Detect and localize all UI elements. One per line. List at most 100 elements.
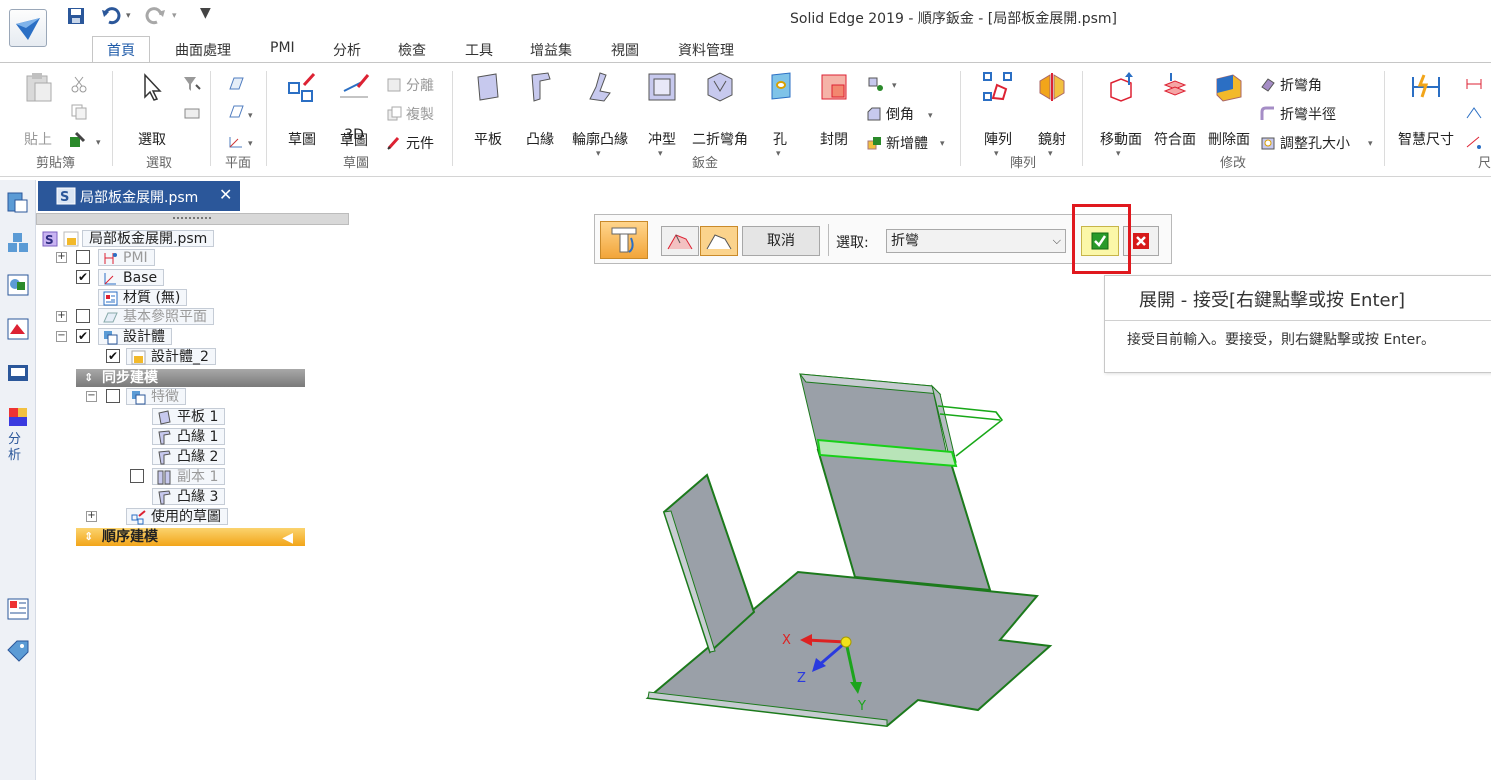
ref-planes-checkbox[interactable]: [76, 309, 90, 323]
format-painter-dropdown-icon[interactable]: ▾: [96, 138, 101, 148]
distance-dim-icon[interactable]: [1464, 75, 1484, 97]
save-icon[interactable]: [66, 6, 86, 26]
cancel-button[interactable]: 取消: [742, 226, 820, 256]
design-body-checkbox[interactable]: ✔: [76, 329, 90, 343]
sketch-3d-button[interactable]: 3D 草圖: [334, 71, 374, 148]
break-corner-dropdown-icon[interactable]: ▾: [892, 81, 897, 91]
feature-library-icon[interactable]: [5, 316, 31, 342]
coordinate-dropdown-icon[interactable]: ▾: [248, 139, 253, 149]
chamfer-dropdown-icon[interactable]: ▾: [928, 111, 933, 121]
new-body-icon: [867, 137, 881, 150]
close-icon[interactable]: ✕: [219, 185, 232, 204]
tab-data-management[interactable]: 資料管理: [678, 40, 734, 60]
format-painter-icon[interactable]: [68, 131, 90, 153]
split-button[interactable]: 分離: [386, 75, 434, 95]
smart-dimension-button[interactable]: 智慧尺寸: [1394, 71, 1458, 148]
cut-icon[interactable]: [70, 75, 88, 97]
copy-part-icon: [157, 470, 171, 485]
tab-inspect[interactable]: 檢查: [398, 40, 426, 60]
tab-view[interactable]: 視圖: [611, 40, 639, 60]
tree-item-design-body-2-box: 設計體_2: [126, 348, 216, 365]
pmi-checkbox[interactable]: [76, 250, 90, 264]
resize-hole-dropdown-icon[interactable]: ▾: [1368, 139, 1373, 149]
plane-dropdown-icon[interactable]: ▾: [248, 111, 253, 121]
analysis-icon[interactable]: [5, 404, 31, 430]
pattern-button[interactable]: 陣列: [978, 71, 1018, 148]
tab-inspect-analysis[interactable]: 分析: [333, 40, 361, 60]
move-face-button[interactable]: 移動面: [1096, 71, 1146, 148]
select-bend-button[interactable]: [661, 226, 699, 256]
angle-dim-icon[interactable]: [1464, 104, 1484, 126]
plane-icon[interactable]: [226, 75, 246, 97]
model-viewport[interactable]: X Z Y: [600, 360, 1080, 740]
pattern-dropdown-icon[interactable]: ▾: [994, 149, 999, 159]
family-of-parts-icon[interactable]: [5, 230, 31, 256]
break-corner-icon[interactable]: [866, 75, 886, 97]
undo-icon[interactable]: [101, 6, 121, 26]
select-filter-icon[interactable]: [182, 75, 202, 97]
delete-face-button[interactable]: 刪除面: [1204, 71, 1254, 148]
punch-dropdown-icon[interactable]: ▾: [658, 149, 663, 159]
left-tool-bar: 分析: [0, 180, 36, 780]
resize-hole-button[interactable]: 調整孔大小: [1260, 133, 1350, 153]
coincident-face-button[interactable]: 符合面: [1150, 71, 1200, 148]
mirror-dropdown-icon[interactable]: ▾: [1048, 149, 1053, 159]
bend-radius-button[interactable]: 折彎半徑: [1260, 104, 1336, 124]
copy-sketch-button[interactable]: 複製: [386, 104, 434, 124]
double-bend-button[interactable]: 二折彎角: [690, 71, 750, 148]
pathfinder-splitter-handle[interactable]: [36, 213, 349, 225]
unbend-step-button[interactable]: [600, 221, 648, 259]
chamfer-button[interactable]: 倒角: [866, 104, 914, 124]
sketch-button[interactable]: 草圖: [280, 71, 324, 148]
new-body-button[interactable]: 新增體: [866, 133, 928, 153]
document-tab[interactable]: S 局部板金展開.psm ✕: [38, 181, 240, 211]
pathfinder-icon[interactable]: [5, 190, 31, 216]
base-checkbox[interactable]: ✔: [76, 270, 90, 284]
design-body-2-checkbox[interactable]: ✔: [106, 349, 120, 363]
close-corner-button[interactable]: 封閉: [814, 71, 854, 148]
tab-home[interactable]: 首頁: [92, 36, 150, 64]
copy-1-checkbox[interactable]: [130, 469, 144, 483]
hole-button[interactable]: 孔: [764, 71, 796, 148]
mirror-button[interactable]: 鏡射: [1032, 71, 1072, 148]
paste-button[interactable]: 貼上: [18, 71, 58, 148]
expand-used-sketches-icon[interactable]: +: [86, 511, 97, 522]
tab-tools[interactable]: 工具: [465, 40, 493, 60]
analysis-tab-label[interactable]: 分析: [8, 432, 28, 464]
component-button[interactable]: 元件: [386, 133, 434, 153]
sync-modeling-bar[interactable]: ⇕ 同步建模: [76, 369, 305, 387]
ordered-modeling-bar[interactable]: ⇕ 順序建模 ◀: [76, 528, 305, 546]
expand-ref-planes-icon[interactable]: +: [56, 311, 67, 322]
contour-flange-button[interactable]: 輪廓凸緣: [568, 71, 632, 148]
select-box-icon[interactable]: [182, 105, 202, 125]
select-bend-all-button[interactable]: [700, 226, 738, 256]
tab-pmi[interactable]: PMI: [270, 40, 295, 56]
bend-angle-button[interactable]: 折彎角: [1260, 75, 1322, 95]
expand-pmi-icon[interactable]: +: [56, 252, 67, 263]
layers-icon[interactable]: [5, 272, 31, 298]
punch-button[interactable]: 冲型: [642, 71, 682, 148]
tab-addins[interactable]: 增益集: [530, 40, 572, 60]
features-checkbox[interactable]: [106, 389, 120, 403]
collapse-features-icon[interactable]: −: [86, 391, 97, 402]
select-button[interactable]: 選取: [132, 71, 172, 148]
flange-button[interactable]: 凸緣: [520, 71, 560, 148]
copy-icon[interactable]: [70, 103, 88, 125]
redo-dropdown-icon[interactable]: ▾: [172, 11, 192, 31]
coincident-plane-icon[interactable]: [226, 103, 246, 125]
select-filter-dropdown[interactable]: 折彎 ⌵: [886, 229, 1066, 253]
redo-icon[interactable]: [144, 6, 165, 26]
data-panel-icon[interactable]: [5, 596, 31, 622]
hole-dropdown-icon[interactable]: ▾: [776, 149, 781, 159]
tab-plate-button[interactable]: 平板: [468, 71, 508, 148]
bend-select-icon: [667, 234, 693, 250]
contour-flange-dropdown-icon[interactable]: ▾: [596, 149, 601, 159]
new-body-dropdown-icon[interactable]: ▾: [940, 139, 945, 149]
tag-icon[interactable]: [5, 638, 31, 664]
customize-qat-icon[interactable]: ▼: [200, 5, 220, 25]
tab-surfacing[interactable]: 曲面處理: [175, 40, 231, 60]
collapse-design-body-icon[interactable]: −: [56, 331, 67, 342]
undo-dropdown-icon[interactable]: ▾: [126, 11, 146, 31]
view-sequence-icon[interactable]: [5, 360, 31, 386]
move-face-dropdown-icon[interactable]: ▾: [1116, 149, 1121, 159]
